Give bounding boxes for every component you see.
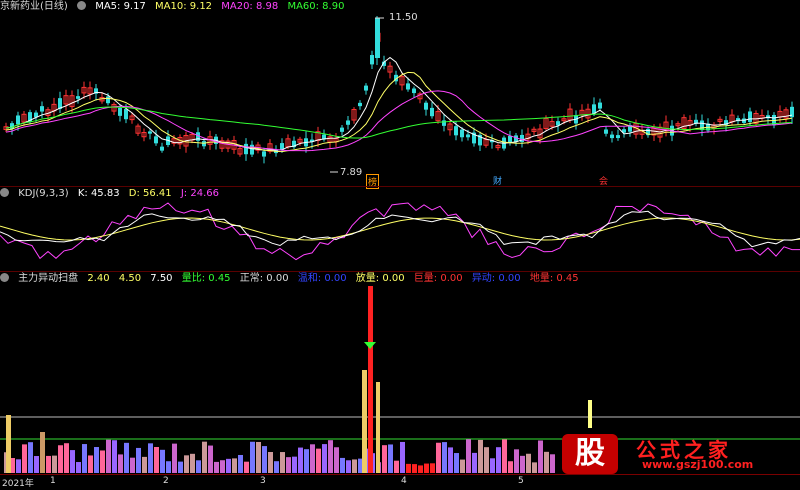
axis-month-4: 4 (401, 476, 407, 486)
axis-month-1: 1 (50, 476, 56, 486)
kline-chart (3, 16, 794, 173)
logo-mark: 股 (562, 434, 618, 474)
logo-url: www.gszj100.com (642, 458, 754, 471)
kline-panel[interactable]: 京新药业(日线) MA5: 9.17 MA10: 9.12 MA20: 8.98… (0, 0, 800, 189)
watermark-logo: 股 公式之家 www.gszj100.com (556, 434, 800, 474)
axis-year-label: 2021年 (2, 479, 34, 489)
axis-month-2: 2 (163, 476, 169, 486)
kdj-chart (0, 202, 800, 261)
axis-month-3: 3 (260, 476, 266, 486)
axis-month-5: 5 (518, 476, 524, 486)
date-axis: 2021年 1 2 3 4 5 (0, 474, 800, 490)
high-price-label: 11.50 (389, 12, 418, 23)
low-price-label: 7.89 (340, 167, 363, 178)
kdj-panel[interactable]: KDJ(9,3,3) K: 45.83 D: 56.41 J: 24.66 (0, 187, 800, 271)
